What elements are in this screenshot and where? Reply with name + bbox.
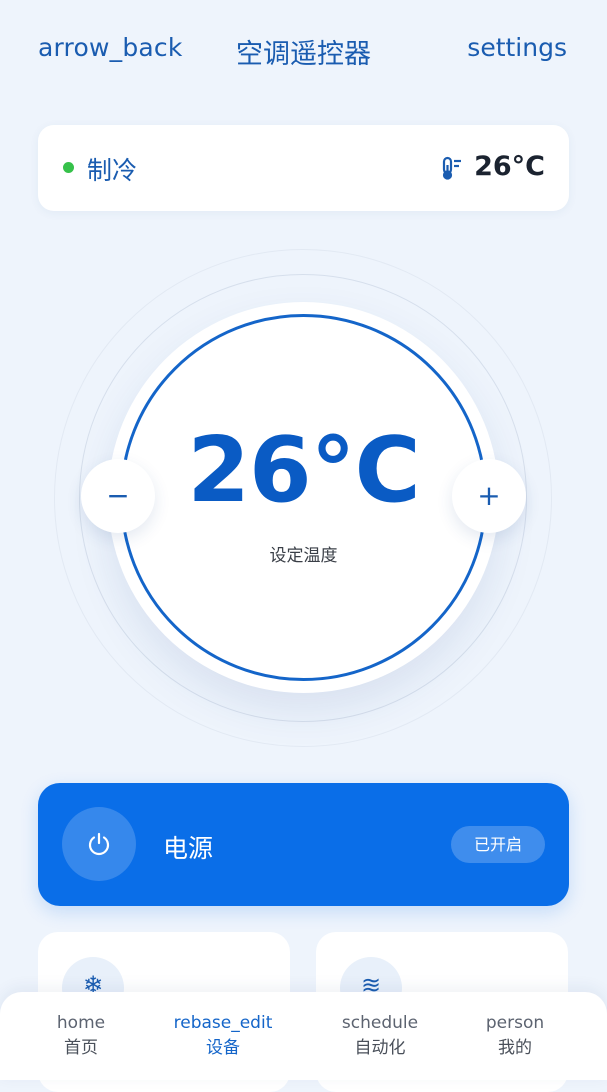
power-button[interactable] bbox=[62, 807, 136, 881]
power-card[interactable]: 电源 已开启 bbox=[38, 783, 569, 906]
mode-status-dot bbox=[63, 162, 74, 173]
mode-label: 制冷 bbox=[87, 156, 138, 185]
schedule-icon: schedule bbox=[341, 1013, 419, 1033]
set-temperature: 26°C bbox=[187, 418, 420, 523]
person-icon: person bbox=[485, 1013, 545, 1033]
nav-item-devices[interactable]: rebase_edit 设备 bbox=[148, 1012, 298, 1058]
current-temperature: 26°C bbox=[474, 151, 545, 182]
nav-item-label: 我的 bbox=[498, 1038, 532, 1058]
power-status-badge: 已开启 bbox=[451, 826, 545, 863]
set-temperature-label: 设定温度 bbox=[269, 546, 338, 566]
thermometer-icon bbox=[442, 156, 461, 180]
nav-item-label: 首页 bbox=[64, 1038, 98, 1058]
settings-button[interactable]: settings bbox=[467, 33, 567, 62]
nav-item-automation[interactable]: schedule 自动化 bbox=[305, 1012, 455, 1058]
decrease-temperature-button[interactable]: − bbox=[81, 459, 155, 533]
bottom-navigation: home 首页 rebase_edit 设备 schedule 自动化 pers… bbox=[0, 992, 607, 1080]
nav-item-profile[interactable]: person 我的 bbox=[440, 1012, 590, 1058]
nav-item-label: 设备 bbox=[206, 1038, 240, 1058]
status-card: 制冷 26°C bbox=[38, 125, 569, 211]
power-label: 电源 bbox=[163, 834, 214, 863]
nav-item-label: 自动化 bbox=[354, 1038, 406, 1058]
home-icon: home bbox=[56, 1013, 106, 1033]
nav-item-home[interactable]: home 首页 bbox=[6, 1012, 156, 1058]
power-icon bbox=[88, 832, 110, 856]
rebase-edit-icon: rebase_edit bbox=[173, 1013, 273, 1033]
app-header: arrow_back 空调遥控器 settings bbox=[0, 0, 607, 100]
increase-temperature-button[interactable]: + bbox=[452, 459, 526, 533]
